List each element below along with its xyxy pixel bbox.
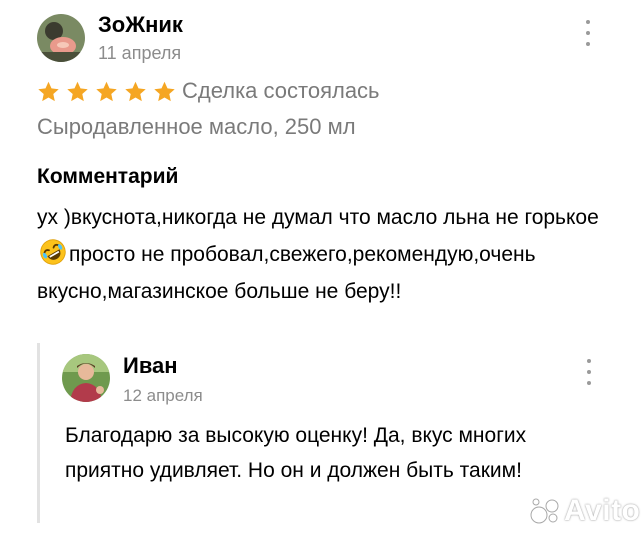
review-card: ЗоЖник 11 апреля Сделка состоялась Сырод… bbox=[0, 0, 641, 540]
rolling-on-floor-laughing-emoji bbox=[40, 239, 66, 265]
reply-divider bbox=[37, 343, 40, 523]
avito-logo-icon bbox=[530, 498, 559, 524]
star-icon bbox=[125, 81, 146, 102]
avito-watermark: Avito bbox=[530, 494, 640, 528]
star-icon bbox=[96, 81, 117, 102]
comment-text: ух )вкуснота,никогда не думал что масло … bbox=[37, 199, 612, 310]
reply-date: 12 апреля bbox=[123, 386, 203, 405]
deal-status: Сделка состоялась bbox=[182, 78, 380, 103]
product-name[interactable]: Сыродавленное масло, 250 мл bbox=[37, 114, 356, 140]
comment-title: Комментарий bbox=[37, 165, 179, 188]
comment-text-part: ух )вкуснота,никогда не думал что масло … bbox=[37, 206, 599, 229]
more-options-icon[interactable] bbox=[584, 359, 594, 385]
rating-stars bbox=[36, 80, 177, 104]
author-avatar[interactable] bbox=[37, 14, 85, 62]
star-icon bbox=[67, 81, 88, 102]
seller-name[interactable]: Иван bbox=[123, 353, 178, 379]
more-options-icon[interactable] bbox=[583, 20, 593, 46]
avito-logo-text: Avito bbox=[564, 494, 641, 527]
seller-avatar[interactable] bbox=[62, 354, 110, 402]
star-icon bbox=[38, 81, 59, 102]
review-date: 11 апреля bbox=[98, 43, 182, 63]
star-icon bbox=[154, 81, 175, 102]
comment-text-part: просто не пробовал,свежего,рекомендую,оч… bbox=[37, 243, 536, 303]
reply-text: Благодарю за высокую оценку! Да, вкус мн… bbox=[65, 424, 527, 482]
author-name[interactable]: ЗоЖник bbox=[98, 12, 183, 38]
